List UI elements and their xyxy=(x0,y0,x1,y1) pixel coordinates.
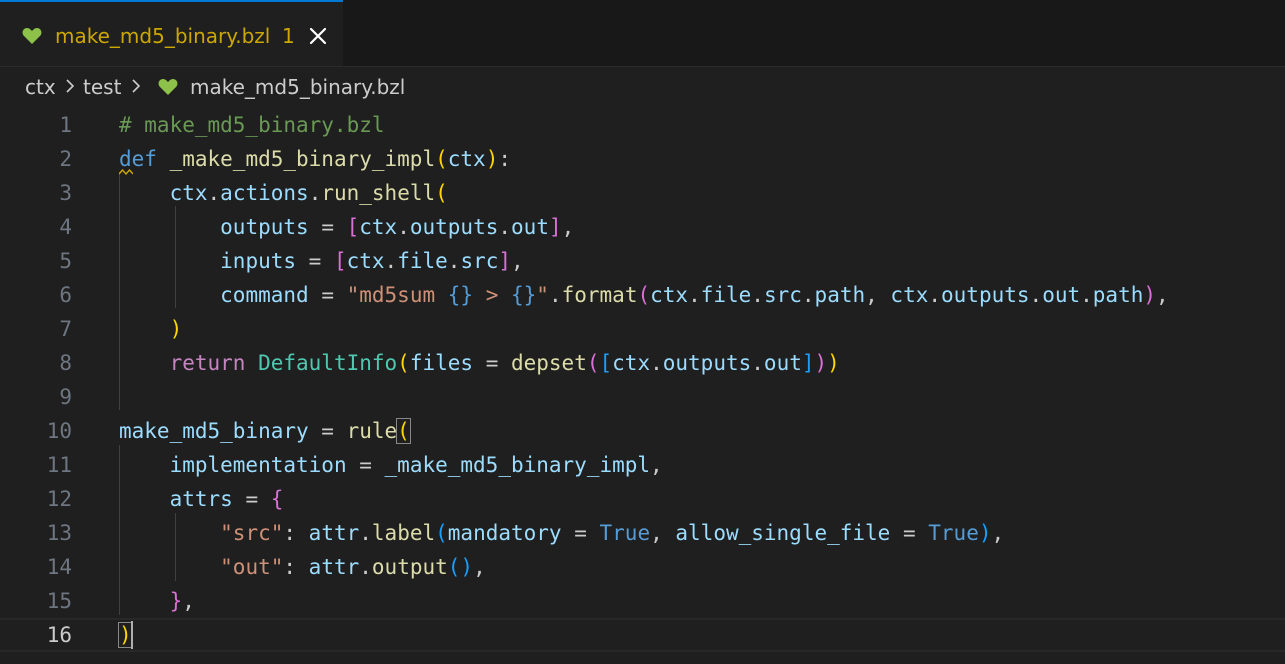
line-number: 12 xyxy=(46,487,72,511)
line-number: 15 xyxy=(46,589,72,613)
line-number: 16 xyxy=(46,623,72,647)
code-line: 3 ctx.actions.run_shell( xyxy=(0,176,1285,210)
line-number: 13 xyxy=(46,521,72,545)
code-line: 2 def _make_md5_binary_impl(ctx): xyxy=(0,142,1285,176)
line-number: 14 xyxy=(46,555,72,579)
code-line: 13 "src": attr.label(mandatory = True, a… xyxy=(0,516,1285,550)
code-text: outputs = [ctx.outputs.out], xyxy=(220,215,575,239)
line-number: 10 xyxy=(46,419,72,443)
code-text: # make_md5_binary.bzl xyxy=(119,113,385,137)
code-text: make_md5_binary = rule( xyxy=(119,418,411,444)
code-text: return DefaultInfo(files = depset([ctx.o… xyxy=(169,351,840,375)
code-line: 7 ) xyxy=(0,312,1285,346)
code-line: 5 inputs = [ctx.file.src], xyxy=(0,244,1285,278)
breadcrumb-item-ctx[interactable]: ctx xyxy=(25,75,56,99)
close-icon[interactable] xyxy=(306,24,330,48)
line-number: 2 xyxy=(59,147,72,171)
code-text: def _make_md5_binary_impl(ctx): xyxy=(119,147,512,171)
warning-squiggle xyxy=(119,169,133,175)
code-text: }, xyxy=(169,589,195,613)
tab-label: make_md5_binary.bzl xyxy=(55,24,271,48)
line-number: 8 xyxy=(59,351,72,375)
problems-count-badge: 1 xyxy=(282,24,295,48)
code-text: command = "md5sum {} > {}".format(ctx.fi… xyxy=(220,283,1169,307)
code-text: ctx.actions.run_shell( xyxy=(169,181,448,205)
code-text: inputs = [ctx.file.src], xyxy=(220,249,524,273)
code-line: 4 outputs = [ctx.outputs.out], xyxy=(0,210,1285,244)
chevron-right-icon xyxy=(66,79,75,93)
breadcrumb: ctx test make_md5_binary.bzl xyxy=(0,67,1285,107)
code-line: 12 attrs = { xyxy=(0,482,1285,516)
tab-bar: make_md5_binary.bzl 1 xyxy=(0,0,1285,67)
heart-icon xyxy=(158,79,178,95)
code-line: 10 make_md5_binary = rule( xyxy=(0,414,1285,448)
code-text: attrs = { xyxy=(169,487,284,511)
code-line: 15 }, xyxy=(0,584,1285,618)
tab-make-md5-binary[interactable]: make_md5_binary.bzl 1 xyxy=(0,0,343,66)
heart-icon xyxy=(22,28,42,44)
line-number: 5 xyxy=(59,249,72,273)
code-line: 8 return DefaultInfo(files = depset([ctx… xyxy=(0,346,1285,380)
breadcrumb-item-test[interactable]: test xyxy=(83,75,121,99)
code-editor[interactable]: 1 # make_md5_binary.bzl 2 def _make_md5_… xyxy=(0,107,1285,664)
code-line: 9 xyxy=(0,380,1285,414)
code-line: 14 "out": attr.output(), xyxy=(0,550,1285,584)
breadcrumb-item-file[interactable]: make_md5_binary.bzl xyxy=(190,75,405,99)
line-number: 3 xyxy=(59,181,72,205)
line-number: 9 xyxy=(59,385,72,409)
code-text: ) xyxy=(118,622,133,648)
line-number: 11 xyxy=(46,453,72,477)
code-text: implementation = _make_md5_binary_impl, xyxy=(169,453,663,477)
line-number: 1 xyxy=(59,113,72,137)
code-line: 11 implementation = _make_md5_binary_imp… xyxy=(0,448,1285,482)
line-number: 7 xyxy=(59,317,72,341)
code-text: "out": attr.output(), xyxy=(220,555,486,579)
code-line: 1 # make_md5_binary.bzl xyxy=(0,108,1285,142)
code-line: 6 command = "md5sum {} > {}".format(ctx.… xyxy=(0,278,1285,312)
text-cursor xyxy=(131,621,133,649)
code-text: "src": attr.label(mandatory = True, allo… xyxy=(220,521,1005,545)
line-number: 6 xyxy=(59,283,72,307)
code-line-current: 16 ) xyxy=(0,618,1285,652)
line-number: 4 xyxy=(59,215,72,239)
chevron-right-icon xyxy=(132,79,141,93)
code-text: ) xyxy=(169,317,183,341)
